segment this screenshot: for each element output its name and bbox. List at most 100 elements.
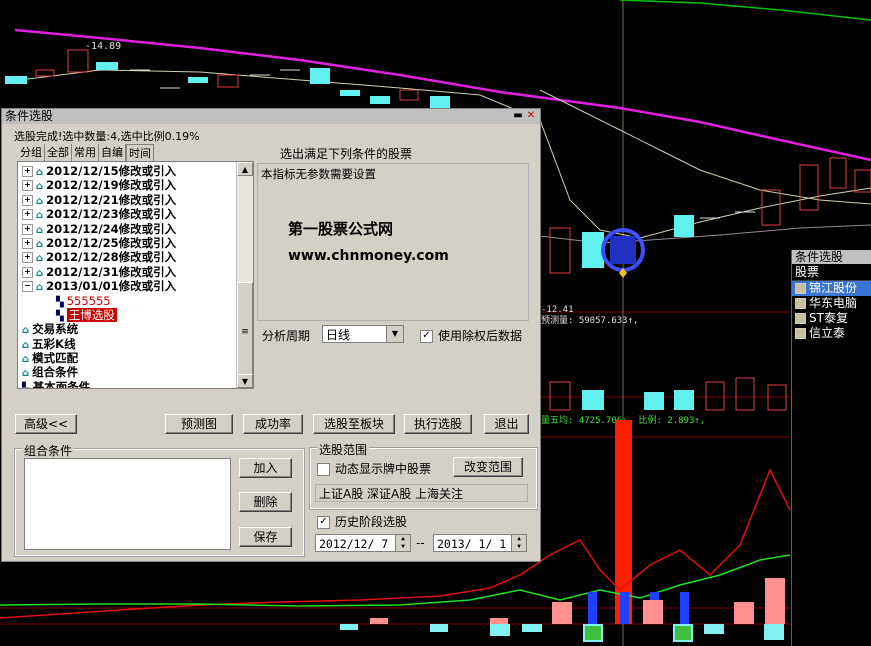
expand-icon[interactable]: +: [22, 266, 33, 278]
tree-leaf[interactable]: ▚ 555555: [22, 294, 253, 308]
tab-common[interactable]: 常用: [72, 144, 99, 161]
tree-node[interactable]: ▚ 基本面条件: [22, 380, 253, 389]
expand-icon[interactable]: +: [22, 223, 33, 235]
tab-group[interactable]: 分组: [18, 144, 45, 161]
folder-icon: ⌂: [22, 354, 30, 366]
to-block-button[interactable]: 选股至板块: [313, 414, 395, 434]
collapse-icon[interactable]: −: [22, 281, 33, 293]
folder-icon: ⌂: [36, 181, 44, 193]
tree-node[interactable]: + ⌂ 2012/12/19修改或引入: [22, 178, 253, 192]
folder-icon: ⌂: [22, 339, 30, 351]
formula-tabs: 分组 全部 常用 自编 时间: [18, 144, 154, 161]
period-label: 分析周期: [262, 329, 311, 343]
chevron-down-icon[interactable]: ▼: [386, 326, 403, 342]
expand-icon[interactable]: +: [22, 237, 33, 249]
result-item[interactable]: 信立泰: [792, 326, 871, 341]
folder-icon: ⌂: [36, 224, 44, 236]
execute-button[interactable]: 执行选股: [404, 414, 472, 434]
result-panel-title[interactable]: 条件选股: [792, 250, 871, 264]
tree-scrollbar[interactable]: ▲ ≡ ▼: [236, 162, 253, 388]
tree-node[interactable]: + ⌂ 2012/12/28修改或引入: [22, 250, 253, 264]
watermark-url: www.chnmoney.com: [288, 248, 449, 264]
adjusted-data-label: 使用除权后数据: [438, 329, 523, 343]
description-box: 本指标无参数需要设置 第一股票公式网 www.chnmoney.com: [257, 163, 529, 321]
add-button[interactable]: 加入: [239, 458, 292, 478]
exit-button[interactable]: 退出: [484, 414, 529, 434]
tree-node[interactable]: + ⌂ 2012/12/15修改或引入: [22, 164, 253, 178]
adjusted-data-option[interactable]: ✓ 使用除权后数据: [420, 327, 522, 344]
formula-icon: ▚: [22, 382, 30, 389]
date-from-spinner-icon[interactable]: ▲ ▼: [395, 535, 410, 551]
scroll-thumb[interactable]: ≡: [237, 282, 253, 380]
history-checkbox[interactable]: ✓: [317, 516, 330, 529]
period-select-value: 日线: [326, 328, 351, 342]
formula-icon: ▚: [56, 310, 64, 322]
expand-icon[interactable]: +: [22, 180, 33, 192]
save-button[interactable]: 保存: [239, 527, 292, 547]
chart-high-label: -14.89: [85, 41, 121, 52]
chart-low-label: -12.41: [541, 305, 574, 315]
expand-icon[interactable]: +: [22, 252, 33, 264]
result-item[interactable]: ST泰复: [792, 311, 871, 326]
tree-node[interactable]: ⌂ 模式匹配: [22, 351, 253, 365]
expand-icon[interactable]: +: [22, 166, 33, 177]
dynamic-show-label: 动态显示牌中股票: [335, 462, 432, 476]
tree-node[interactable]: + ⌂ 2012/12/31修改或引入: [22, 265, 253, 279]
expand-icon[interactable]: +: [22, 194, 33, 206]
date-from-field[interactable]: 2012/12/ 7 ▲ ▼: [315, 534, 411, 552]
range-text: 上证A股 深证A股 上海关注: [315, 484, 528, 502]
tree-node[interactable]: − ⌂ 2013/01/01修改或引入: [22, 279, 253, 293]
dialog-titlebar[interactable]: 条件选股 ▬ ✕: [2, 109, 540, 124]
date-to-value: 2013/ 1/ 1: [437, 537, 507, 551]
formula-tree[interactable]: + ⌂ 2012/12/15修改或引入 + ⌂ 2012/12/19修改或引入 + ⌂ 20…: [17, 161, 254, 389]
dynamic-show-checkbox[interactable]: [317, 463, 330, 476]
folder-icon: ⌂: [36, 282, 44, 294]
tab-time[interactable]: 时间: [126, 144, 154, 161]
adjusted-data-checkbox[interactable]: ✓: [420, 330, 433, 343]
combo-condition-list[interactable]: [24, 458, 231, 550]
tree-node[interactable]: + ⌂ 2012/12/23修改或引入: [22, 207, 253, 221]
scroll-up-icon[interactable]: ▲: [237, 162, 253, 176]
period-select[interactable]: 日线 ▼: [322, 325, 404, 343]
dialog-title: 条件选股: [5, 109, 54, 123]
date-separator: --: [416, 536, 425, 550]
tree-node[interactable]: + ⌂ 2012/12/21修改或引入: [22, 193, 253, 207]
folder-icon: ⌂: [36, 195, 44, 207]
change-range-button[interactable]: 改变范围: [453, 457, 523, 477]
date-to-field[interactable]: 2013/ 1/ 1 ▲ ▼: [433, 534, 527, 552]
date-from-value: 2012/12/ 7: [319, 537, 389, 551]
expand-icon[interactable]: +: [22, 209, 33, 221]
result-item[interactable]: 华东电脑: [792, 296, 871, 311]
dynamic-show-option[interactable]: 动态显示牌中股票: [317, 460, 431, 477]
folder-icon: ⌂: [36, 210, 44, 222]
close-icon[interactable]: ✕: [525, 110, 537, 122]
tree-leaf-selected[interactable]: ▚ 王博选股: [22, 307, 253, 322]
stock-icon: [795, 313, 806, 324]
folder-icon: ⌂: [36, 167, 44, 178]
success-rate-button[interactable]: 成功率: [243, 414, 303, 434]
folder-icon: ⌂: [36, 253, 44, 265]
history-label: 历史阶段选股: [335, 515, 408, 529]
result-column-header[interactable]: 股票: [792, 264, 871, 281]
tree-node[interactable]: ⌂ 组合条件: [22, 365, 253, 379]
tree-node[interactable]: + ⌂ 2012/12/24修改或引入: [22, 222, 253, 236]
tab-all[interactable]: 全部: [45, 144, 72, 161]
date-to-spinner-icon[interactable]: ▲ ▼: [511, 535, 526, 551]
description-title: 选出满足下列条件的股票: [280, 147, 413, 161]
history-option[interactable]: ✓ 历史阶段选股: [317, 513, 407, 530]
minimize-icon[interactable]: ▬: [512, 110, 524, 122]
tree-node[interactable]: ⌂ 交易系统: [22, 322, 253, 336]
stock-icon: [795, 328, 806, 339]
stock-icon: [795, 298, 806, 309]
formula-icon: ▚: [56, 296, 64, 308]
tree-node[interactable]: + ⌂ 2012/12/25修改或引入: [22, 236, 253, 250]
advanced-button[interactable]: 高级<<: [15, 414, 77, 434]
forecast-button[interactable]: 预测图: [165, 414, 233, 434]
tab-custom[interactable]: 自编: [99, 144, 126, 161]
tree-node[interactable]: ⌂ 五彩K线: [22, 337, 253, 351]
result-item[interactable]: 锦江股份: [792, 281, 871, 296]
scroll-down-icon[interactable]: ▼: [237, 374, 253, 388]
folder-icon: ⌂: [22, 368, 30, 380]
delete-button[interactable]: 删除: [239, 492, 292, 512]
watermark-title: 第一股票公式网: [288, 220, 394, 238]
